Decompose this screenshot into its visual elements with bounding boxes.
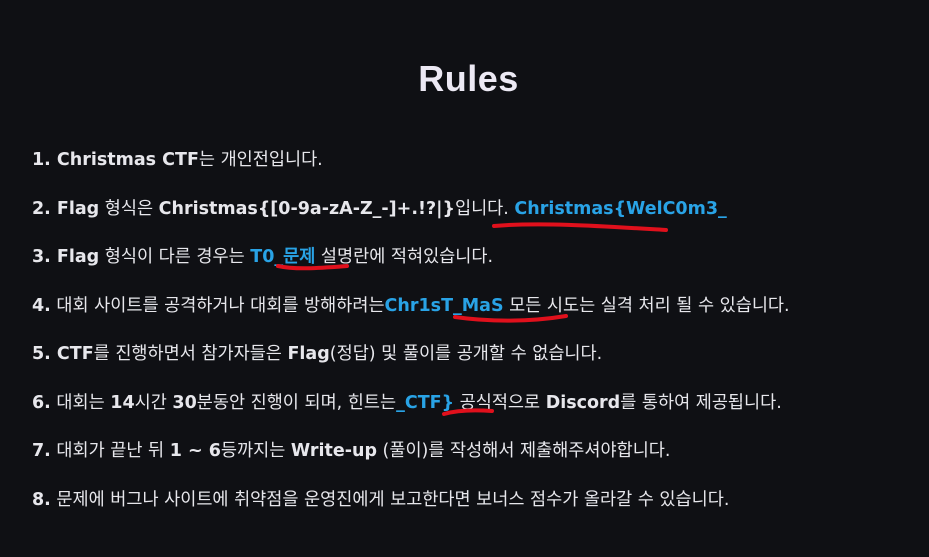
rule-text: 대회는 — [50, 392, 111, 413]
rules-list: 1. Christmas CTF는 개인전입니다. 2. Flag 형식은 Ch… — [32, 145, 790, 533]
rule-item: 3. Flag 형식이 다른 경우는 T0_문제 설명란에 적혀있습니다. — [32, 242, 790, 291]
rule-bold-text: 30 — [172, 392, 197, 413]
rule-number: 7. — [32, 441, 51, 461]
rule-text: 를 통하여 제공됩니다. — [620, 392, 782, 413]
rule-bold-text: Christmas CTF — [56, 150, 199, 170]
rule-text: 모든 시도는 실격 처리 될 수 있습니다. — [503, 295, 790, 316]
rule-number: 2. — [32, 198, 57, 219]
rule-text: 설명란에 적혀있습니다. — [315, 247, 494, 267]
rule-bold-text: Write-up — [290, 441, 377, 461]
rule-number: 5. — [32, 344, 57, 364]
rule-text: 입니다. — [454, 198, 515, 219]
rule-bold-text: Flag — [56, 247, 100, 267]
rule-item: 8. 문제에 버그나 사이트에 취약점을 운영진에게 보고한다면 보너스 점수가… — [32, 485, 790, 534]
rule-text: 를 진행하면서 참가자들은 — [93, 344, 288, 364]
rule-number: 3. — [32, 247, 57, 267]
rule-item: 5. CTF를 진행하면서 참가자들은 Flag(정답) 및 풀이를 공개할 수… — [32, 339, 790, 388]
rule-text: 형식이 다른 경우는 — [99, 247, 251, 267]
rule-bold-text: 1 ~ 6 — [169, 441, 221, 461]
rule-bold-text: CTF — [56, 344, 94, 364]
hidden-flag-fragment: Christmas{WelC0m3_ — [514, 198, 727, 219]
rule-item: 4. 대회 사이트를 공격하거나 대회를 방해하려는Chr1sT_MaS 모든 … — [32, 291, 790, 340]
rule-text: 시간 — [134, 392, 173, 413]
rule-item: 6. 대회는 14시간 30분동안 진행이 되며, 힌트는_CTF} 공식적으로… — [32, 388, 790, 437]
rule-item: 1. Christmas CTF는 개인전입니다. — [32, 145, 790, 194]
rule-text: 대회가 끝난 뒤 — [50, 441, 170, 461]
page-title: Rules — [418, 58, 519, 99]
rule-text: 공식적으로 — [454, 392, 546, 413]
rule-bold-text: Christmas{[0-9a-zA-Z_-]+.!?|} — [158, 198, 455, 219]
rule-text: 대회 사이트를 공격하거나 대회를 방해하려는 — [50, 295, 385, 316]
hidden-flag-fragment: T0_문제 — [250, 247, 316, 267]
rule-number: 8. — [32, 489, 51, 510]
rule-item: 2. Flag 형식은 Christmas{[0-9a-zA-Z_-]+.!?|… — [32, 194, 790, 243]
rule-number: 4. — [32, 295, 51, 316]
rule-text: (정답) 및 풀이를 공개할 수 없습니다. — [329, 344, 603, 364]
rule-number: 6. — [32, 392, 51, 413]
rule-text: 문제에 버그나 사이트에 취약점을 운영진에게 보고한다면 보너스 점수가 올라… — [50, 489, 730, 510]
rule-bold-text: 14 — [110, 392, 135, 413]
hidden-flag-fragment: Chr1sT_MaS — [384, 295, 504, 316]
rule-number: 1. — [32, 150, 57, 170]
rule-text: 형식은 — [99, 198, 159, 219]
rule-bold-text: Discord — [545, 392, 621, 413]
rule-text: 분동안 진행이 되며, 힌트는 — [196, 392, 397, 413]
hidden-flag-fragment: _CTF} — [396, 392, 455, 413]
rule-text: (풀이)를 작성해서 제출해주셔야합니다. — [376, 441, 671, 461]
rule-text: 등까지는 — [220, 441, 291, 461]
rule-item: 7. 대회가 끝난 뒤 1 ~ 6등까지는 Write-up (풀이)를 작성해… — [32, 436, 790, 485]
rule-text: 는 개인전입니다. — [198, 150, 323, 170]
rule-bold-text: Flag — [56, 198, 100, 219]
rule-bold-text: Flag — [287, 344, 330, 364]
